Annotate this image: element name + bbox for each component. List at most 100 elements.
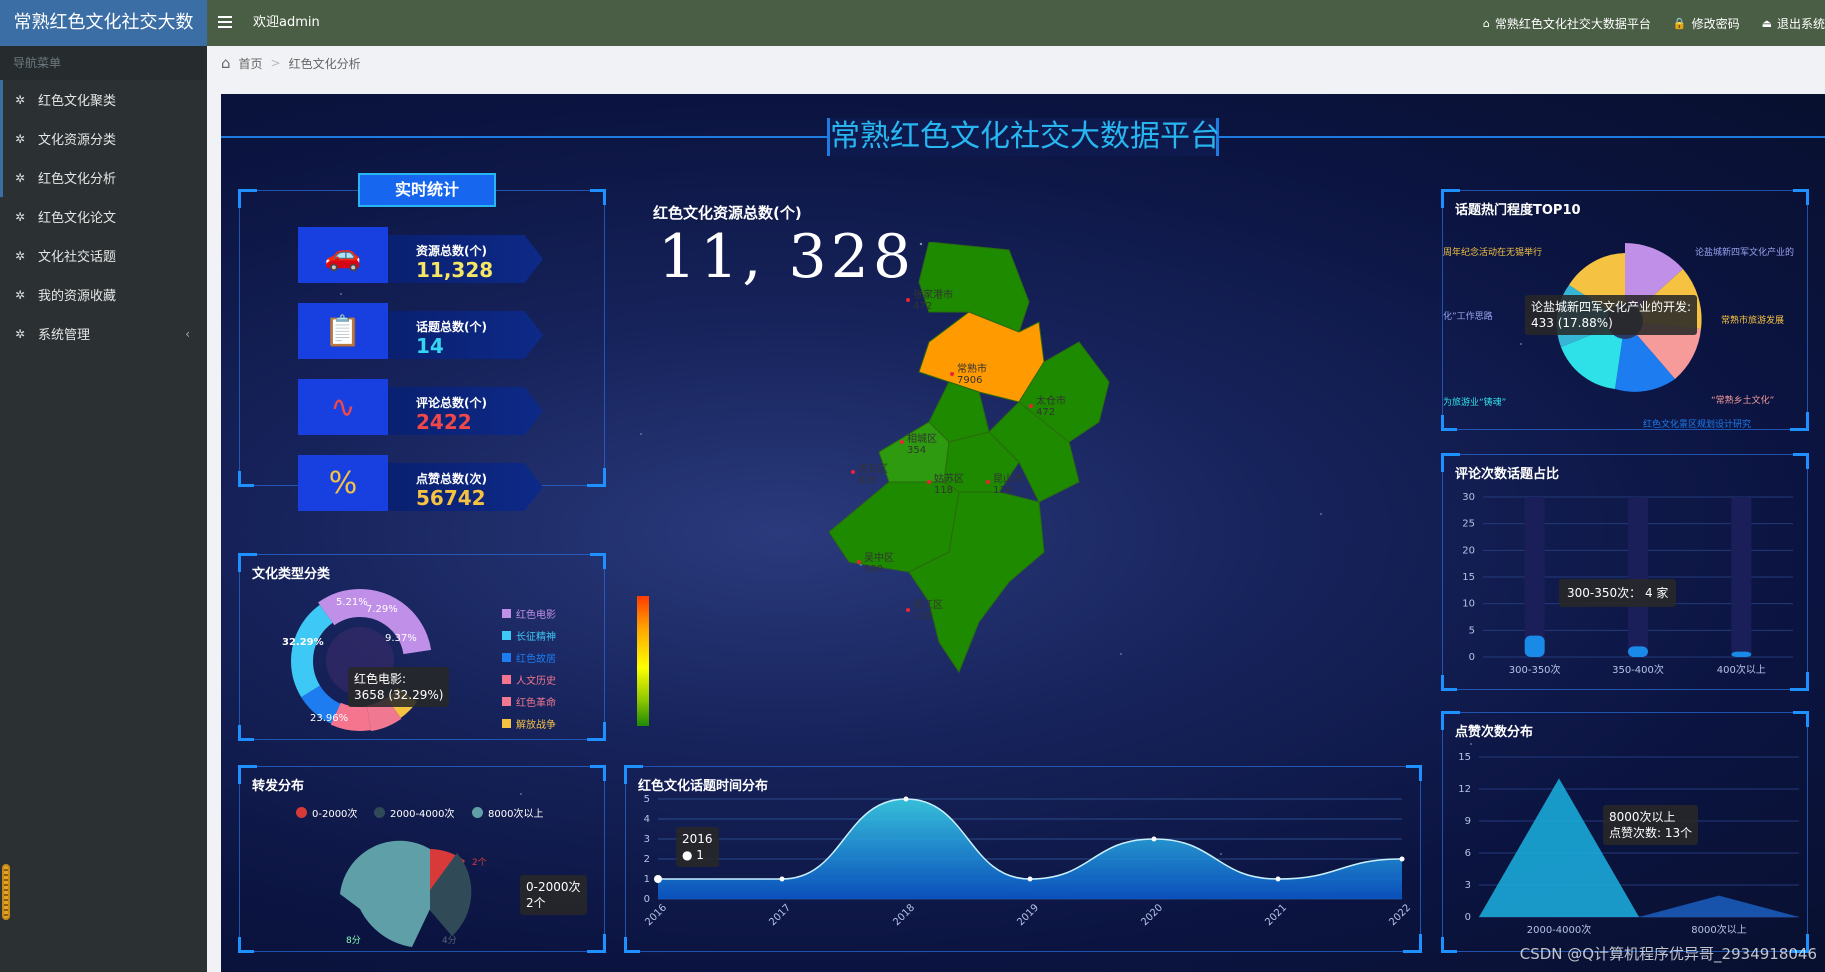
suzhou-region-map[interactable] (829, 242, 1249, 712)
gear-icon: ✲ (15, 287, 26, 302)
rose-label: 为旅游业“铸魂” (1443, 396, 1506, 408)
dashboard-title: 常熟红色文化社交大数据平台 (827, 118, 1220, 156)
change-password-label: 修改密码 (1691, 16, 1740, 31)
y-tick-label: 15 (1458, 752, 1471, 763)
logout-link[interactable]: ⏏ 退出系统 (1762, 15, 1825, 32)
sidebar-item-classification[interactable]: ✲ 文化资源分类 (0, 119, 207, 158)
map-label-xiangcheng: 相城区 354 (907, 434, 937, 456)
comments-tooltip: 300-350次： 4 家 (1559, 579, 1677, 607)
legend-item[interactable]: 0-2000次 (296, 805, 357, 820)
realtime-panel: 实时统计 🚗 资源总数(个) 11,328 📋 话题总数(个) 14 ∿ 评论总… (238, 173, 606, 511)
welcome-text: 欢迎admin (253, 15, 320, 30)
watermark: CSDN @Q计算机程序优异哥_2934918046 (1519, 945, 1817, 963)
breadcrumb-separator: > (270, 56, 281, 70)
y-tick-label: 10 (1462, 599, 1475, 610)
slice-label: 32.29% (282, 637, 324, 648)
y-tick-label: 4 (644, 814, 650, 825)
car-icon: 🚗 (298, 227, 388, 283)
triangle-bar (1639, 895, 1799, 917)
bar-background (1731, 497, 1752, 657)
logout-label: 退出系统 (1776, 16, 1825, 31)
stat-likes: % 点赞总数(次) 56742 (298, 455, 543, 511)
menu-toggle-icon[interactable] (218, 13, 232, 33)
sidebar-item-label: 文化社交话题 (38, 250, 117, 265)
sidebar-item-clustering[interactable]: ✲ 红色文化聚类 (0, 80, 207, 119)
legend-item[interactable]: 红色革命 (502, 694, 556, 709)
x-tick-label: 2000-4000次 (1527, 923, 1592, 936)
data-point (1027, 876, 1033, 882)
rose-label: 2个 (472, 857, 487, 868)
map-label-zhangjiagang: 张家港市 472 (913, 290, 953, 312)
rose-label: 论盐城新四军文化产业的 (1695, 246, 1794, 258)
culture-tooltip: 红色电影: 3658 (32.29%) (348, 667, 450, 707)
sidebar-item-label: 文化资源分类 (38, 133, 117, 148)
x-tick-label: 2016 (643, 902, 669, 928)
sidebar-item-papers[interactable]: ✲ 红色文化论文 (0, 197, 207, 236)
stat-label: 评论总数(个) (416, 396, 487, 410)
stat-resources: 🚗 资源总数(个) 11,328 (298, 227, 543, 283)
bar-background (1628, 497, 1648, 657)
legend-item[interactable]: 红色故居 (502, 650, 556, 665)
x-tick-label: 400次以上 (1717, 663, 1766, 676)
triangle-bar (1479, 778, 1639, 917)
legend-item[interactable]: 解放战争 (502, 716, 556, 731)
legend-item[interactable]: 8000次以上 (472, 805, 543, 820)
bar-background (1524, 497, 1545, 657)
data-point (1399, 856, 1405, 862)
gear-icon: ✲ (15, 92, 26, 107)
stat-label: 话题总数(个) (416, 320, 487, 334)
stat-label: 点赞总数(次) (416, 472, 487, 486)
logout-icon: ⏏ (1761, 16, 1772, 30)
data-point (654, 875, 662, 883)
stat-comments: ∿ 评论总数(个) 2422 (298, 379, 543, 435)
sidebar-item-topics[interactable]: ✲ 文化社交话题 (0, 236, 207, 275)
home-icon: ⌂ (1482, 16, 1490, 30)
legend-item[interactable]: 人文历史 (502, 672, 556, 687)
data-point (903, 796, 909, 802)
x-tick-label: 2022 (1387, 902, 1413, 928)
x-tick-label: 2018 (891, 902, 917, 928)
data-point (779, 876, 785, 882)
home-icon[interactable]: ⌂ (221, 54, 231, 72)
legend-item[interactable]: 红色电影 (502, 606, 556, 621)
sidebar-item-label: 红色文化聚类 (38, 94, 117, 109)
y-tick-label: 3 (644, 834, 650, 845)
bar (1524, 635, 1545, 657)
timeline-area-chart[interactable]: 0 1 2 3 4 5 2016 2017 2018 2019 2020 2021 2022 (626, 789, 1416, 949)
x-tick-label: 2019 (1015, 902, 1041, 928)
top-links: ⌂ 常熟红色文化社交大数据平台 🔒 修改密码 ⏏ 退出系统 (1483, 0, 1825, 46)
platform-link[interactable]: ⌂ 常熟红色文化社交大数据平台 (1483, 15, 1651, 32)
forward-panel: 转发分布 0-2000次 2000-4000次 8000次以上 2个 8分 4分… (238, 765, 606, 953)
map-label-wujiang: 吴江区 118 (913, 600, 943, 622)
map-label-gusu: 姑苏区 118 (934, 474, 964, 496)
panel-title: 转发分布 (252, 779, 305, 794)
top10-panel: 话题热门程度TOP10 论盐城新四军文化产业的 周年纪念活动在无锡举行 常熟市旅… (1441, 189, 1809, 431)
map-label-changshu: 常熟市 7906 (957, 364, 987, 386)
sidebar-item-analysis[interactable]: ✲ 红色文化分析 (0, 158, 207, 197)
clipboard-car-icon: 📋 (298, 303, 388, 359)
sidebar-item-system[interactable]: ✲ 系统管理 ‹ (0, 314, 207, 353)
slice-label: 5.21% (336, 597, 368, 608)
legend-item[interactable]: 长征精神 (502, 628, 556, 643)
gear-icon: ✲ (15, 248, 26, 263)
slice-label: 23.96% (310, 713, 348, 724)
top10-tooltip: 论盐城新四军文化产业的开发: 433 (17.88%) (1525, 295, 1698, 335)
y-tick-label: 2 (644, 854, 650, 865)
culture-types-panel: 文化类型分类 32.29% 5.21% 7.29% 9.37% 23.96% 红… (238, 553, 606, 741)
sidebar-item-label: 红色文化论文 (38, 211, 117, 226)
x-tick-label: 2021 (1263, 902, 1289, 928)
scroll-handle[interactable] (2, 864, 10, 920)
change-password-link[interactable]: 🔒 修改密码 (1673, 15, 1740, 32)
legend-item[interactable]: 2000-4000次 (374, 805, 455, 820)
y-tick-label: 12 (1458, 784, 1471, 795)
breadcrumb-home[interactable]: 首页 (239, 55, 263, 72)
sidebar-item-favorites[interactable]: ✲ 我的资源收藏 (0, 275, 207, 314)
timeline-area (658, 799, 1402, 899)
gear-icon: ✲ (15, 131, 26, 146)
culture-donut-chart[interactable]: 32.29% 5.21% 7.29% 9.37% 23.96% (280, 577, 480, 737)
breadcrumb-current: 红色文化分析 (288, 56, 361, 71)
sidebar-item-label: 我的资源收藏 (38, 289, 117, 304)
brand-title[interactable]: 常熟红色文化社交大数 (0, 0, 207, 46)
x-tick-label: 2017 (767, 902, 793, 928)
forward-rose-chart[interactable]: 2个 8分 4分 (320, 819, 520, 949)
